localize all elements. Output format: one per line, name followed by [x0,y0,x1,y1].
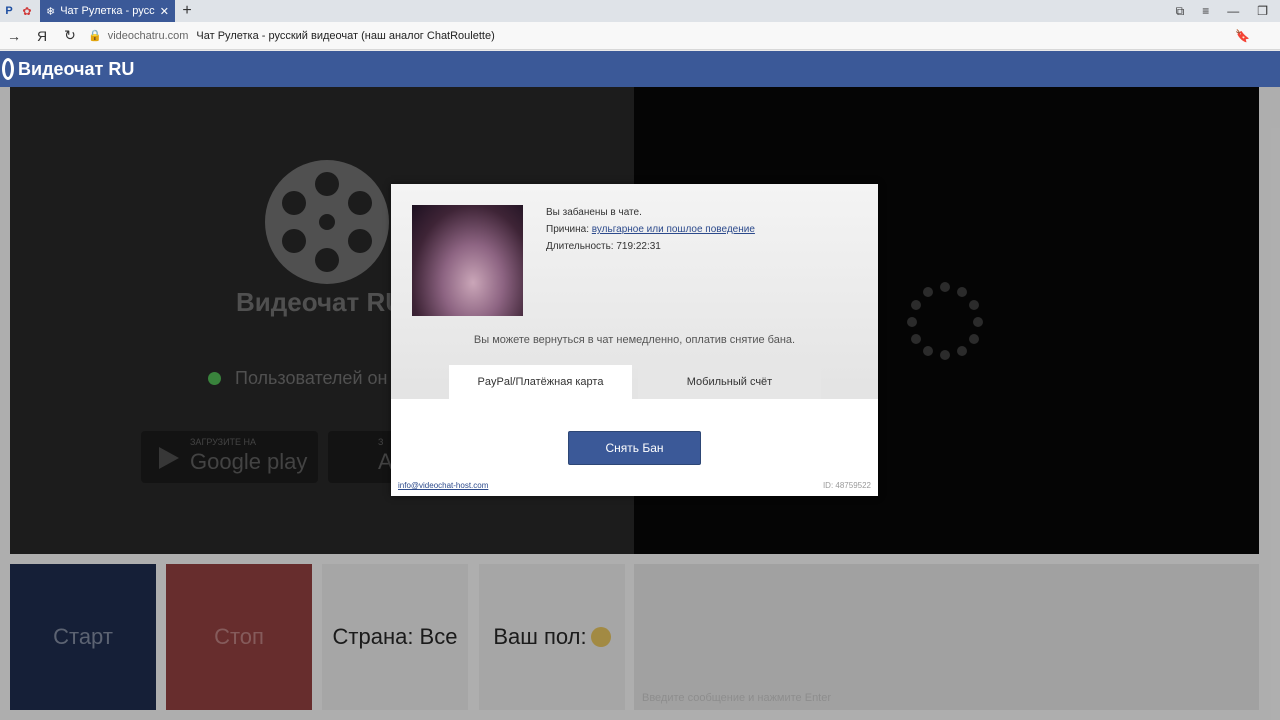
tab-mobile[interactable]: Мобильный счёт [638,365,821,399]
window-controls: ⧉ ≡ — ❐ [1176,4,1280,19]
tab-favicon-icon: ❄ [46,5,56,18]
pinned-tab-icon[interactable]: ✿ [18,0,36,22]
unban-message: Вы можете вернуться в чат немедленно, оп… [473,334,796,346]
site-logo[interactable]: Видеочат RU [18,59,134,80]
minimize-icon[interactable]: — [1227,4,1239,19]
user-snapshot [412,205,523,316]
bookmarks-icon[interactable]: ⧉ [1176,4,1185,19]
new-tab-button[interactable]: + [175,2,199,20]
yandex-icon[interactable]: Я [28,28,56,44]
ban-info: Вы забанены в чате. Причина: вульгарное … [546,204,755,255]
lock-icon: 🔒 [88,30,102,42]
site-logo-icon [2,58,14,80]
ban-modal: Вы забанены в чате. Причина: вульгарное … [391,184,878,496]
browser-tabbar: P ✿ ❄ Чат Рулетка - русский в ✕ + ⧉ ≡ — … [0,0,1280,22]
support-email-link[interactable]: info@videochat-host.com [398,481,488,490]
tab-close-icon[interactable]: ✕ [160,5,169,18]
unban-button[interactable]: Снять Бан [568,431,701,465]
address-url[interactable]: videochatru.com [108,30,189,42]
duration-label: Длительность: [546,241,614,252]
banned-line: Вы забанены в чате. [546,207,642,218]
menu-icon[interactable]: ≡ [1202,4,1209,19]
payment-panel: Снять Бан info@videochat-host.com ID: 48… [391,399,878,496]
address-bar: → Я ↻ 🔒 videochatru.com Чат Рулетка - ру… [0,22,1280,50]
site-header: Видеочат RU [0,51,1280,87]
browser-tab-active[interactable]: ❄ Чат Рулетка - русский в ✕ [40,0,175,22]
reason-label: Причина: [546,224,589,235]
reload-icon[interactable]: ↻ [56,27,84,44]
paypal-tab-icon[interactable]: P [0,0,18,22]
duration-value: 719:22:31 [616,241,661,252]
user-id: ID: 48759522 [822,481,871,490]
reason-line: Причина: вульгарное или пошлое поведение [546,221,755,238]
restore-icon[interactable]: ❐ [1257,4,1268,19]
address-page-title[interactable]: Чат Рулетка - русский видеочат (наш анал… [196,30,494,42]
tab-paypal[interactable]: PayPal/Платёжная карта [449,365,632,399]
reason-link[interactable]: вульгарное или пошлое поведение [592,224,755,235]
tab-title: Чат Рулетка - русский в [60,5,155,17]
bookmark-icon[interactable]: 🔖 [1235,29,1250,43]
duration-line: Длительность: 719:22:31 [546,238,755,255]
payment-tabs: PayPal/Платёжная карта Мобильный счёт [449,365,821,399]
forward-icon[interactable]: → [0,28,28,44]
